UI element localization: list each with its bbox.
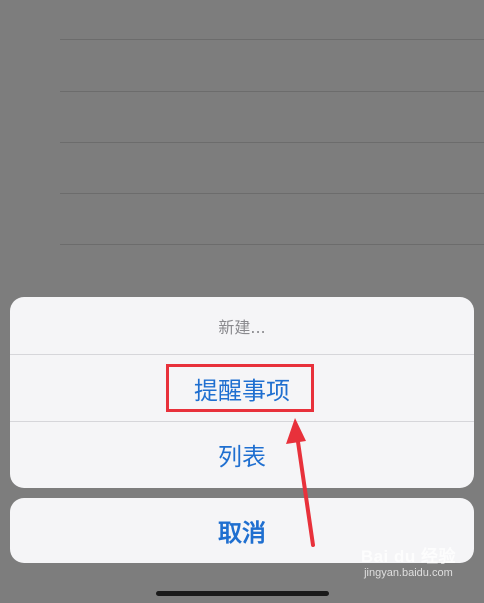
watermark-brand: Bai du 经验 [360,547,456,567]
home-indicator[interactable] [156,591,329,596]
watermark-url: jingyan.baidu.com [364,566,453,579]
baidu-jingyan-watermark: Bai du 经验 jingyan.baidu.com [361,548,456,579]
annotation-arrow-icon [286,418,315,547]
